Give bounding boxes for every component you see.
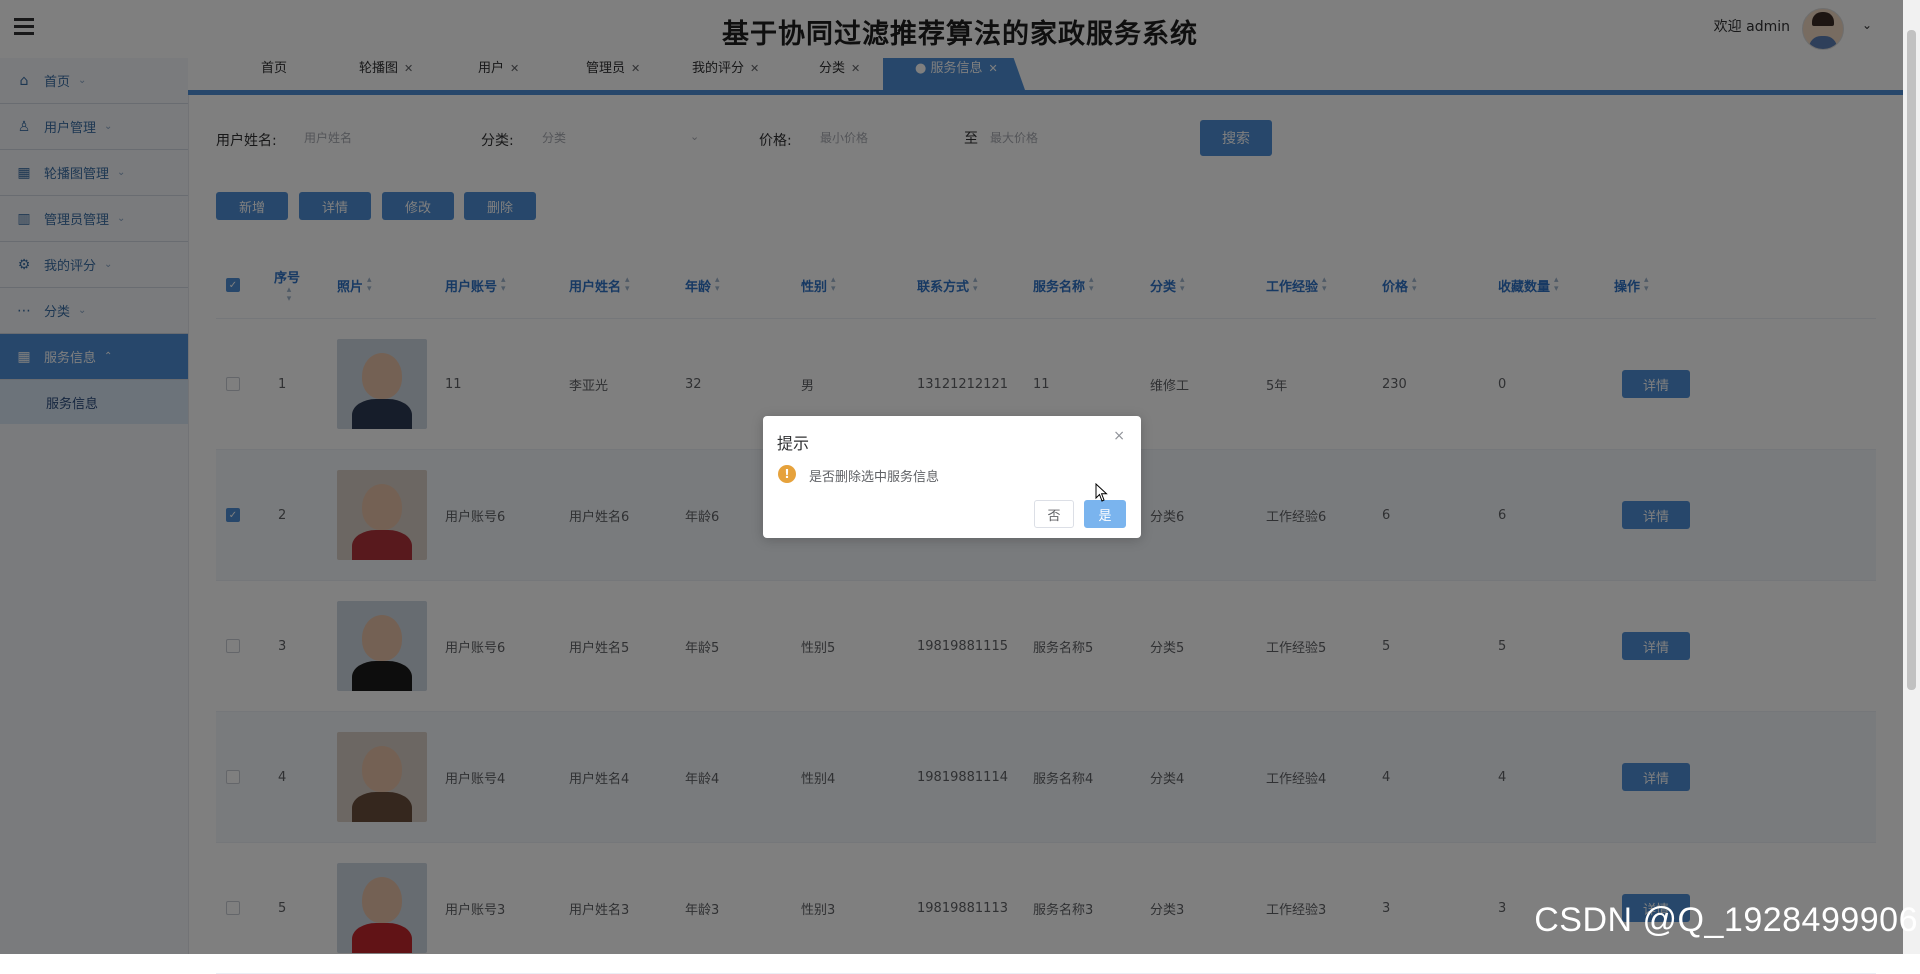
- dialog-message: 是否删除选中服务信息: [809, 470, 940, 485]
- confirm-button[interactable]: 是: [1084, 500, 1126, 528]
- scrollbar-thumb[interactable]: [1907, 30, 1916, 690]
- warning-icon: !: [778, 465, 796, 483]
- vertical-scrollbar[interactable]: [1903, 0, 1920, 954]
- dialog-title: 提示: [777, 434, 810, 453]
- close-icon[interactable]: ×: [1113, 428, 1125, 444]
- confirm-dialog: 提示 × ! 是否删除选中服务信息 否 是: [763, 416, 1141, 538]
- cancel-button[interactable]: 否: [1034, 500, 1074, 528]
- watermark-text: CSDN @Q_1928499906: [1534, 901, 1918, 939]
